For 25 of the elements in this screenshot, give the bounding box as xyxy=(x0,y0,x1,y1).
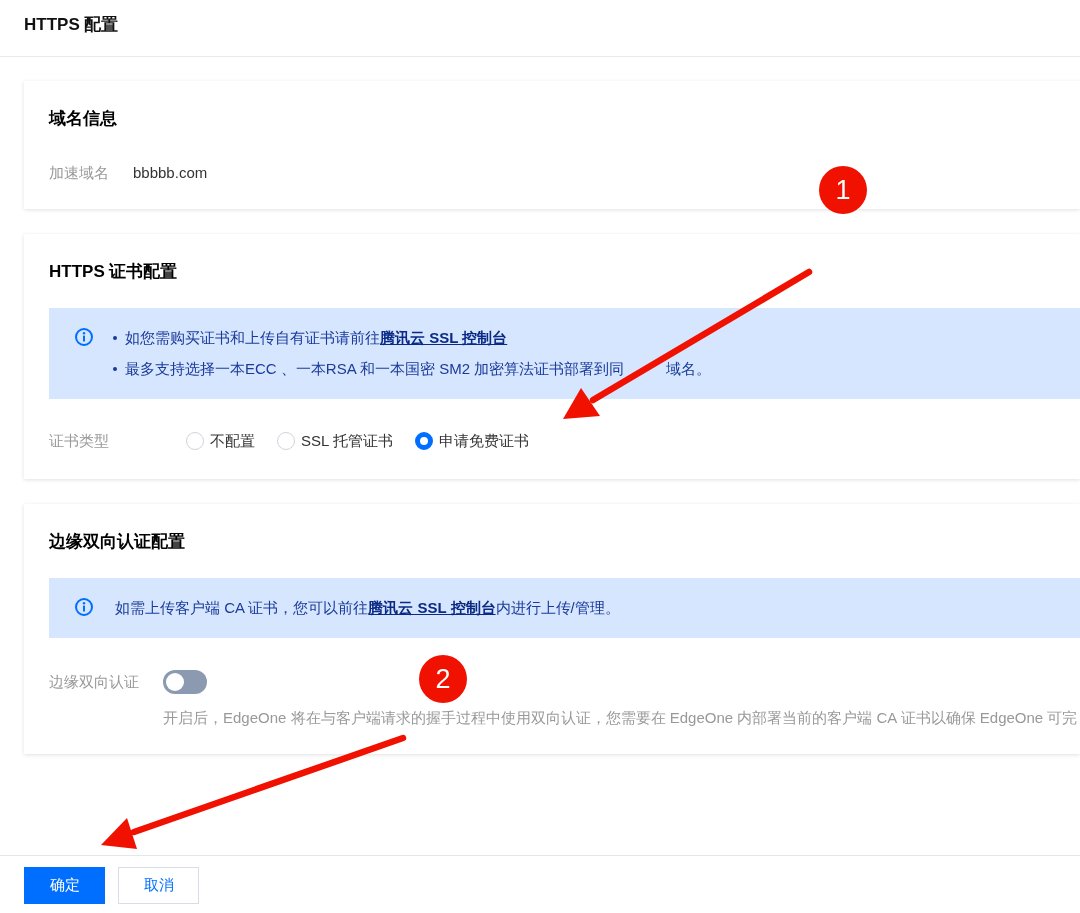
radio-option[interactable]: SSL 托管证书 xyxy=(277,431,393,451)
section-title: 边缘双向认证配置 xyxy=(49,531,186,553)
section-title: 域名信息 xyxy=(49,108,118,130)
info-icon xyxy=(75,598,93,616)
cancel-button[interactable]: 取消 xyxy=(118,867,199,904)
page-title: HTTPS 配置 xyxy=(24,14,119,36)
console-link[interactable]: 腾讯云 SSL 控制台 xyxy=(368,598,496,616)
field-value: bbbbb.com xyxy=(133,163,208,183)
bullet-icon xyxy=(113,335,117,340)
toggle-switch[interactable] xyxy=(163,670,207,694)
info-icon xyxy=(75,328,93,346)
radio-option[interactable]: 申请免费证书 xyxy=(414,431,529,451)
console-link[interactable]: 腾讯云 SSL 控制台 xyxy=(380,328,508,346)
confirm-button[interactable]: 确定 xyxy=(24,867,105,904)
radio-icon[interactable] xyxy=(414,432,433,450)
radio-option[interactable]: 不配置 xyxy=(186,431,255,451)
bullet-icon xyxy=(113,366,117,371)
field-label: 加速域名 xyxy=(49,163,110,183)
notice-text: 如您需购买证书和上传自有证书请前往腾讯云 SSL 控制台 xyxy=(125,327,508,348)
field-label: 边缘双向认证 xyxy=(49,672,140,692)
field-label: 证书类型 xyxy=(49,431,110,451)
section-title: HTTPS 证书配置 xyxy=(49,261,179,283)
help-text: 开启后，EdgeOne 将在与客户端请求的握手过程中使用双向认证，您需要在 EdgeOne 内部署当前的客户端 CA 证书以确保 EdgeOne 可完 xyxy=(163,708,1079,728)
notice-text: 如需上传客户端 CA 证书，您可以前往腾讯云 SSL 控制台内进行上传/管理。 xyxy=(115,597,620,618)
notice-text: 最多支持选择一本ECC 、一本RSA 和一本国密 SM2 加密算法证书部署到同 域名。 xyxy=(125,358,712,379)
